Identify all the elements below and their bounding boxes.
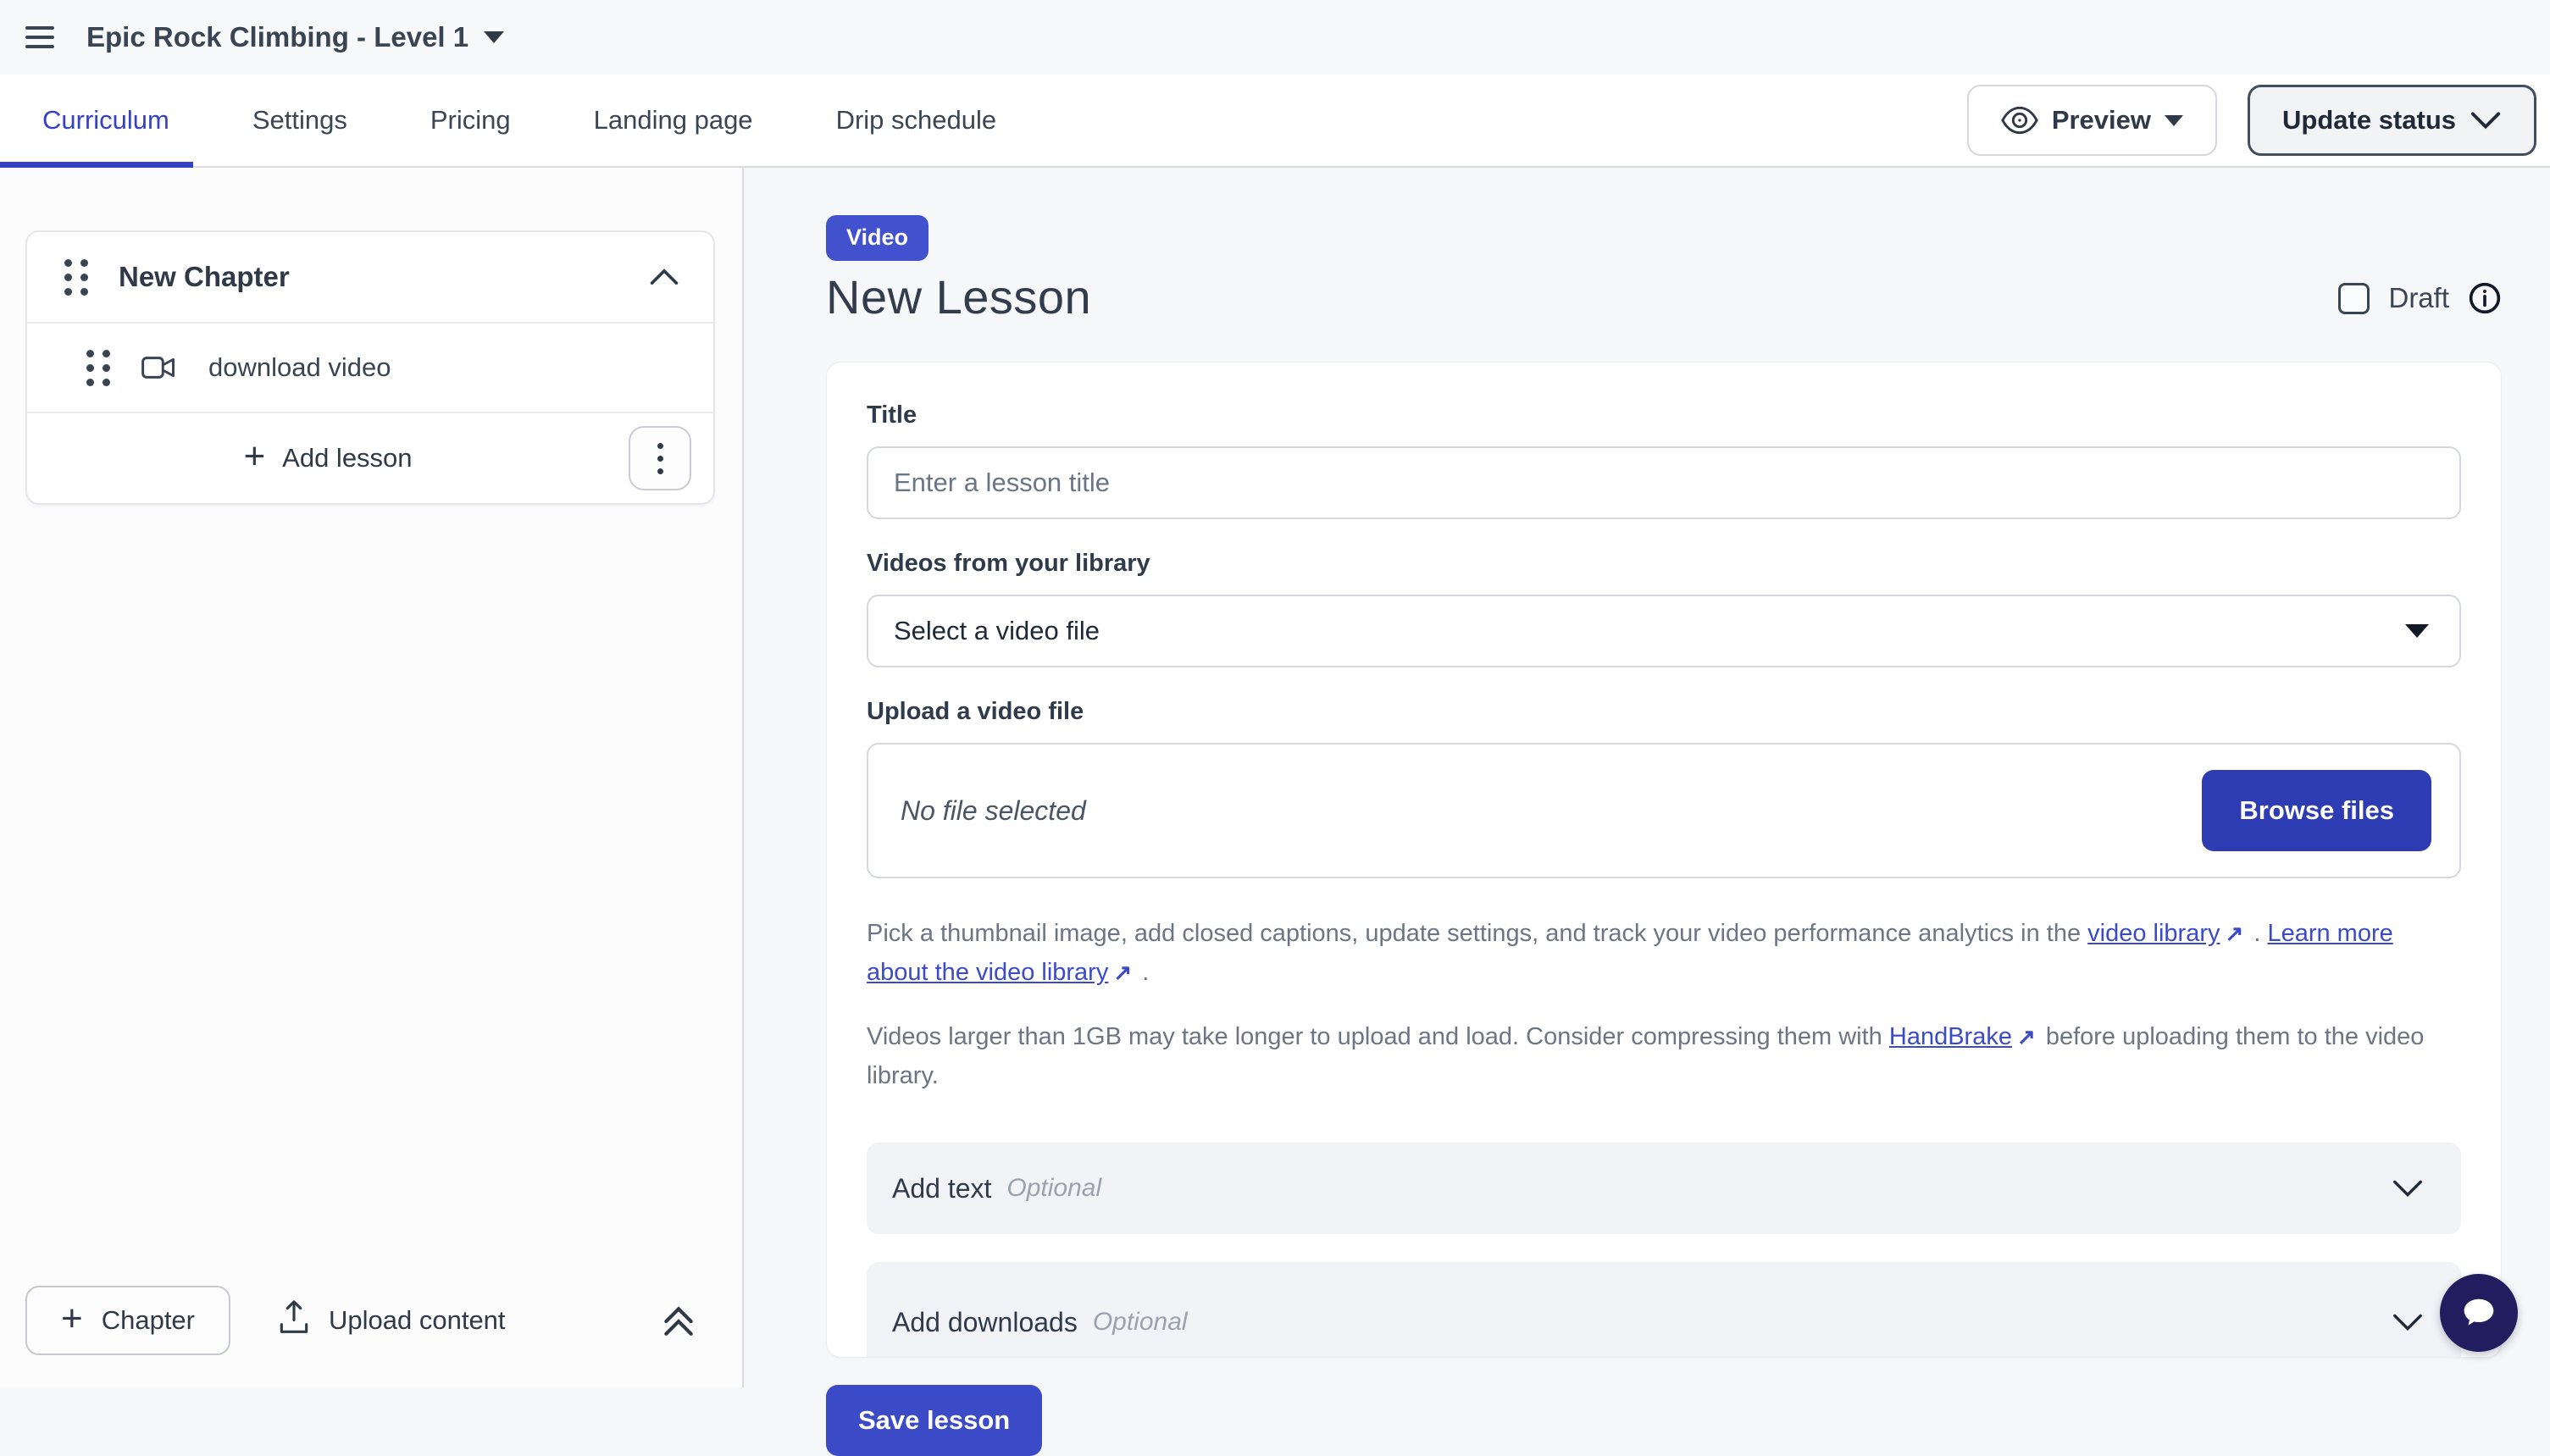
lesson-type-badge: Video <box>826 215 929 261</box>
chat-widget-button[interactable] <box>2440 1274 2518 1352</box>
lesson-form-card: Title Videos from your library Select a … <box>826 362 2502 1358</box>
update-status-button[interactable]: Update status <box>2248 85 2536 156</box>
tabbar-actions: Preview Update status <box>1967 85 2550 156</box>
upload-label: Upload a video file <box>867 698 2461 726</box>
plus-icon: + <box>61 1300 83 1337</box>
optional-label: Optional <box>1093 1308 1188 1337</box>
select-value: Select a video file <box>894 616 1100 646</box>
compression-help-text: Videos larger than 1GB may take longer t… <box>867 1017 2461 1095</box>
tab-curriculum[interactable]: Curriculum <box>0 75 193 166</box>
add-downloads-label: Add downloads <box>892 1307 1078 1338</box>
video-camera-icon <box>141 355 176 380</box>
drag-handle-icon[interactable] <box>64 259 88 296</box>
chevron-down-icon <box>2392 1178 2424 1199</box>
add-downloads-section[interactable]: Add downloads Optional <box>867 1262 2461 1358</box>
lesson-title: download video <box>208 352 391 383</box>
select-caret-icon <box>2405 624 2429 638</box>
add-lesson-label: Add lesson <box>282 443 412 473</box>
update-status-label: Update status <box>2282 105 2456 136</box>
title-label: Title <box>867 401 2461 429</box>
handbrake-link[interactable]: HandBrake <box>1889 1023 2012 1050</box>
chapter-menu-button[interactable] <box>629 426 691 490</box>
add-text-label: Add text <box>892 1173 991 1204</box>
course-title: Epic Rock Climbing - Level 1 <box>86 21 468 53</box>
chevron-down-icon <box>2470 110 2502 130</box>
plus-icon: + <box>243 438 265 475</box>
tab-pricing[interactable]: Pricing <box>407 75 535 166</box>
page-title: New Lesson <box>826 269 1091 324</box>
chapter-card: New Chapter download video + Ad <box>25 230 715 505</box>
top-bar: Epic Rock Climbing - Level 1 <box>0 0 2550 75</box>
external-link-icon: ↗ <box>2225 914 2243 953</box>
chevron-down-icon <box>2392 1312 2424 1332</box>
video-library-help-text: Pick a thumbnail image, add closed capti… <box>867 914 2461 992</box>
collapse-all-button[interactable] <box>661 1304 696 1337</box>
preview-button[interactable]: Preview <box>1967 85 2217 156</box>
add-text-section[interactable]: Add text Optional <box>867 1143 2461 1234</box>
chapter-header[interactable]: New Chapter <box>27 232 713 322</box>
chat-bubble-icon <box>2457 1291 2501 1335</box>
save-lesson-button[interactable]: Save lesson <box>826 1385 1042 1456</box>
draft-checkbox[interactable] <box>2338 283 2370 314</box>
optional-label: Optional <box>1006 1174 1101 1203</box>
tabs: Curriculum Settings Pricing Landing page… <box>0 75 1020 166</box>
drag-handle-icon[interactable] <box>86 350 110 386</box>
video-library-link[interactable]: video library <box>2087 920 2220 947</box>
video-library-select[interactable]: Select a video file <box>867 595 2461 667</box>
draft-label: Draft <box>2388 282 2449 314</box>
lesson-editor: Video New Lesson Draft Title <box>744 168 2550 1387</box>
sidebar-footer: + Chapter Upload content <box>0 1269 740 1387</box>
chevron-up-icon[interactable] <box>649 268 679 286</box>
lesson-row[interactable]: download video <box>27 322 713 413</box>
hamburger-menu-icon[interactable] <box>25 26 54 48</box>
chapter-title: New Chapter <box>119 261 649 293</box>
lesson-title-input[interactable] <box>867 446 2461 519</box>
chapter-button-label: Chapter <box>102 1305 195 1336</box>
browse-files-button[interactable]: Browse files <box>2202 770 2431 851</box>
library-label: Videos from your library <box>867 550 2461 578</box>
tab-landing-page[interactable]: Landing page <box>570 75 777 166</box>
no-file-text: No file selected <box>901 795 1086 827</box>
preview-label: Preview <box>2052 105 2151 136</box>
upload-content-label: Upload content <box>329 1305 506 1336</box>
add-chapter-button[interactable]: + Chapter <box>25 1286 230 1355</box>
external-link-icon: ↗ <box>2017 1017 2036 1056</box>
tab-settings[interactable]: Settings <box>229 75 371 166</box>
curriculum-sidebar: New Chapter download video + Ad <box>0 168 744 1387</box>
eye-icon <box>2001 106 2038 135</box>
draft-toggle: Draft <box>2338 281 2502 315</box>
tab-bar: Curriculum Settings Pricing Landing page… <box>0 75 2550 168</box>
tab-drip-schedule[interactable]: Drip schedule <box>812 75 1021 166</box>
upload-icon <box>278 1299 310 1342</box>
upload-dropzone[interactable]: No file selected Browse files <box>867 743 2461 878</box>
add-lesson-row: + Add lesson <box>27 413 713 503</box>
caret-down-icon <box>2165 115 2183 126</box>
add-lesson-button[interactable]: + Add lesson <box>27 413 629 503</box>
upload-content-button[interactable]: Upload content <box>278 1299 661 1342</box>
course-switcher[interactable]: Epic Rock Climbing - Level 1 <box>86 21 504 53</box>
caret-down-icon <box>484 31 504 43</box>
info-icon[interactable] <box>2468 281 2502 315</box>
external-link-icon: ↗ <box>1113 953 1132 992</box>
